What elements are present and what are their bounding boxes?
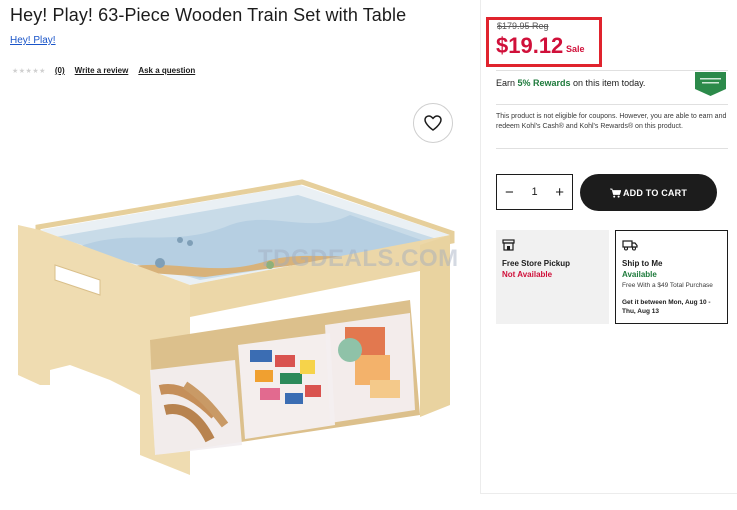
- rewards-message: Earn 5% Rewards on this item today.: [496, 78, 645, 88]
- heart-icon: [424, 115, 442, 131]
- divider: [496, 148, 728, 149]
- store-pickup-option[interactable]: Free Store Pickup Not Available: [496, 230, 609, 324]
- regular-price: $179.95 Reg: [497, 21, 549, 31]
- quantity-stepper: − 1 +: [496, 174, 573, 210]
- rewards-suffix: on this item today.: [570, 78, 646, 88]
- ship-to-me-note: Free With a $49 Total Purchase: [622, 282, 713, 289]
- sale-price: $19.12: [496, 33, 564, 58]
- divider: [496, 104, 728, 105]
- minus-icon[interactable]: −: [505, 185, 514, 200]
- store-icon: [502, 239, 515, 251]
- rewards-prefix: Earn: [496, 78, 518, 88]
- wishlist-heart-button[interactable]: [413, 103, 453, 143]
- watermark-text: TDGDEALS.COM: [258, 245, 459, 272]
- ask-question-link[interactable]: Ask a question: [138, 66, 195, 75]
- sale-label: Sale: [566, 44, 585, 54]
- quantity-value[interactable]: 1: [531, 186, 537, 198]
- brand-link[interactable]: Hey! Play!: [10, 35, 56, 46]
- store-pickup-status: Not Available: [502, 270, 553, 279]
- ship-to-me-eta: Get it between Mon, Aug 10 - Thu, Aug 13: [622, 299, 711, 315]
- ship-to-me-option[interactable]: Ship to Me Available Free With a $49 Tot…: [615, 230, 728, 324]
- add-to-cart-button[interactable]: ADD TO CART: [580, 174, 717, 211]
- coupon-eligibility-note: This product is not eligible for coupons…: [496, 113, 727, 130]
- write-review-link[interactable]: Write a review: [75, 66, 129, 75]
- rating-stars-icon: ★★★★★: [12, 67, 46, 75]
- review-row: ★★★★★ (0) Write a review Ask a question: [12, 66, 205, 75]
- ship-to-me-status: Available: [622, 270, 657, 279]
- review-count-link[interactable]: (0): [55, 66, 65, 75]
- store-pickup-title: Free Store Pickup: [502, 259, 571, 268]
- shipping-truck-icon: [622, 240, 638, 251]
- rewards-highlight: 5% Rewards: [517, 78, 571, 88]
- add-to-cart-label: ADD TO CART: [622, 187, 688, 198]
- product-image: [10, 155, 480, 505]
- plus-icon[interactable]: +: [555, 185, 564, 200]
- ship-to-me-title: Ship to Me: [622, 259, 663, 268]
- kohls-rewards-badge-icon: [694, 71, 727, 97]
- product-title: Hey! Play! 63-Piece Wooden Train Set wit…: [10, 5, 407, 25]
- cart-icon: [609, 188, 621, 198]
